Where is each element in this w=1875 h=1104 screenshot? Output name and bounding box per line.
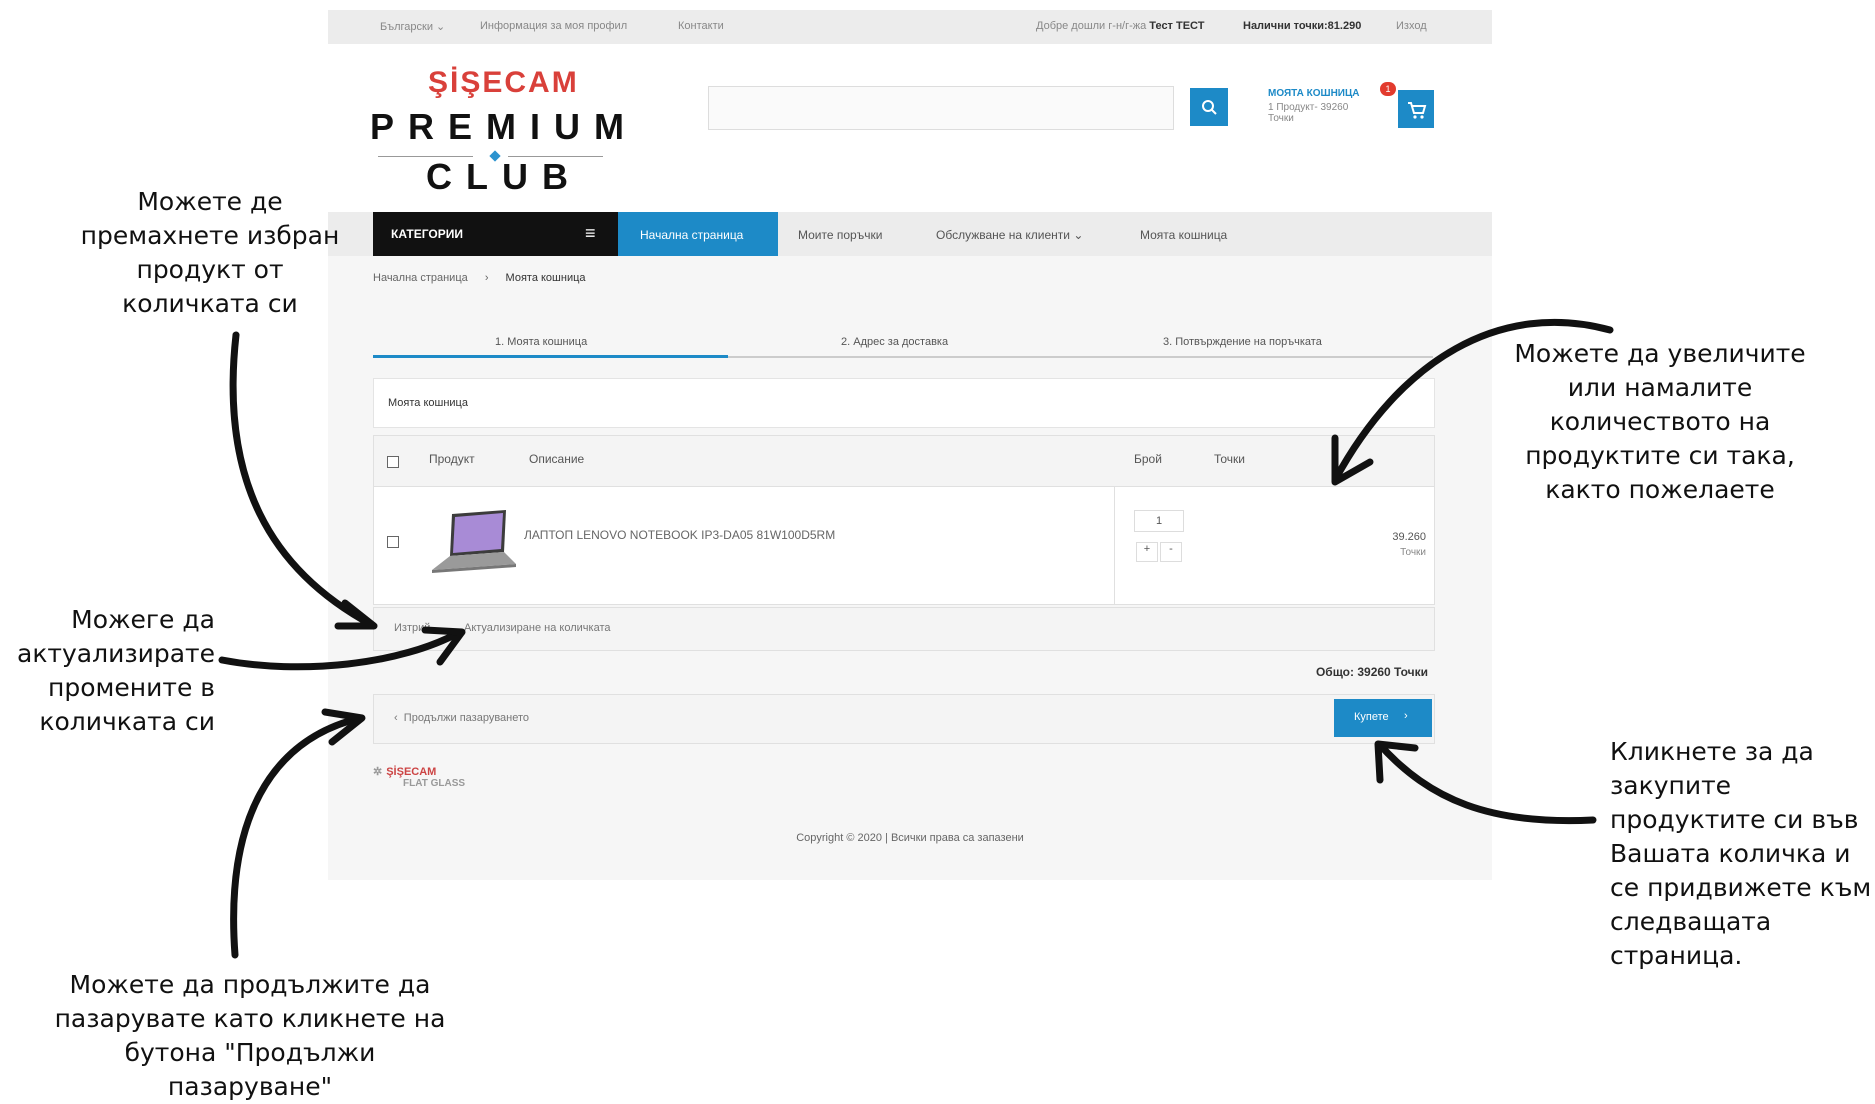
annotation-arrows [218, 318, 1614, 959]
arrow-buy [1376, 741, 1597, 825]
arrow-update [218, 628, 464, 671]
arrow-continue [230, 714, 364, 959]
arrow-qty [1331, 318, 1614, 484]
arrow-remove [229, 331, 376, 629]
